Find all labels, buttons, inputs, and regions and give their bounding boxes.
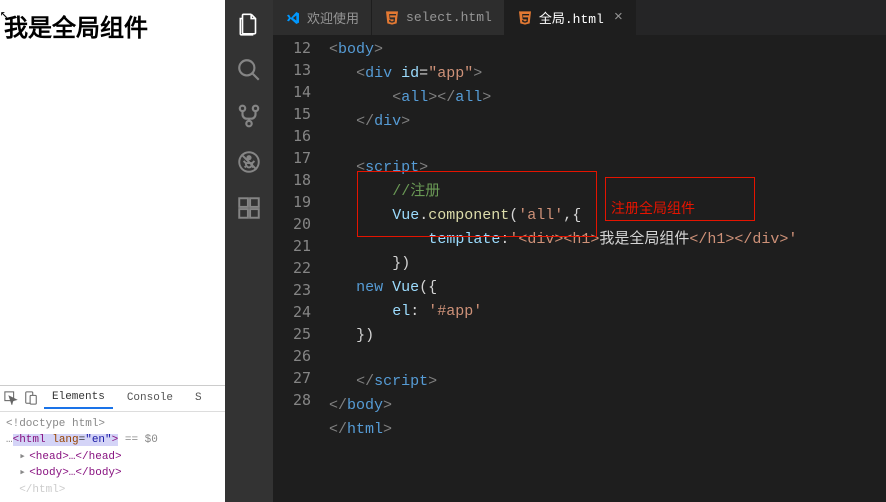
browser-viewport: 我是全局组件 [0,0,225,385]
code-area[interactable]: 12 13 14 15 16 17 18 19 20 21 22 23 24 2… [273,35,886,502]
line-gutter: 12 13 14 15 16 17 18 19 20 21 22 23 24 2… [273,37,329,502]
tab-label: 全局.html [539,8,604,27]
tab-label: 欢迎使用 [307,8,359,27]
annotation-text: 注册全局组件 [611,197,695,219]
tab-select[interactable]: select.html [372,0,505,35]
search-icon[interactable] [235,56,263,84]
source-control-icon[interactable] [235,102,263,130]
devtools-panel: Elements Console S <!doctype html> …<htm… [0,385,225,502]
cursor-icon: ↖ [0,6,8,23]
html-icon [517,10,533,26]
activity-bar [225,0,273,502]
vscode-editor: 欢迎使用 select.html 全局.html × 12 13 14 15 1… [225,0,886,502]
devtools-tab-elements[interactable]: Elements [44,387,113,409]
editor-tabs: 欢迎使用 select.html 全局.html × [273,0,886,35]
close-icon[interactable]: × [614,9,623,26]
html-icon [384,10,400,26]
extensions-icon[interactable] [235,194,263,222]
debug-icon[interactable] [235,148,263,176]
vscode-icon [285,10,301,26]
devtools-tab-more[interactable]: S [187,388,210,408]
page-heading: 我是全局组件 [4,8,221,43]
tab-label: select.html [406,10,492,25]
explorer-icon[interactable] [235,10,263,38]
code-lines[interactable]: <body> <div id="app"> <all></all> </div>… [329,37,886,502]
dom-tree[interactable]: <!doctype html> …<html lang="en"> == $0 … [0,412,225,502]
devtools-tab-console[interactable]: Console [119,388,181,408]
device-icon[interactable] [24,391,38,405]
inspect-icon[interactable] [4,391,18,405]
devtools-tab-bar: Elements Console S [0,386,225,412]
tab-welcome[interactable]: 欢迎使用 [273,0,372,35]
tab-global[interactable]: 全局.html × [505,0,636,35]
